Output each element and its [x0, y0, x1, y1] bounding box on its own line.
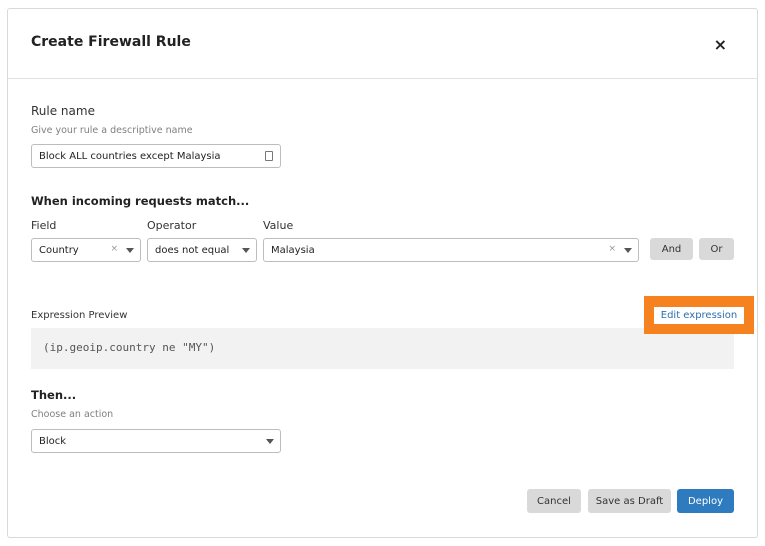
- rule-name-value: Block ALL countries except Malaysia: [39, 150, 221, 162]
- field-value: Country: [39, 244, 79, 256]
- dialog-title: Create Firewall Rule: [31, 34, 191, 50]
- chevron-down-icon: [624, 248, 632, 253]
- action-select[interactable]: Block: [31, 429, 281, 453]
- expression-preview-label: Expression Preview: [31, 310, 128, 321]
- clear-icon[interactable]: ×: [608, 244, 616, 254]
- rule-name-input[interactable]: Block ALL countries except Malaysia: [31, 144, 281, 168]
- field-label: Field: [31, 219, 57, 232]
- create-firewall-rule-dialog: Create Firewall Rule × Rule name Give yo…: [7, 8, 758, 538]
- then-heading: Then...: [31, 388, 77, 402]
- value-label: Value: [263, 219, 294, 232]
- rule-name-hint: Give your rule a descriptive name: [31, 125, 193, 136]
- rule-name-label: Rule name: [31, 104, 95, 118]
- edit-expression-link[interactable]: Edit expression: [654, 307, 744, 324]
- and-button[interactable]: And: [650, 238, 693, 260]
- save-draft-button[interactable]: Save as Draft: [588, 489, 671, 513]
- clear-icon[interactable]: ×: [110, 244, 118, 254]
- autofill-icon[interactable]: [265, 151, 273, 161]
- field-select[interactable]: Country ×: [31, 238, 141, 262]
- chevron-down-icon: [242, 248, 250, 253]
- operator-select[interactable]: does not equal: [147, 238, 257, 262]
- close-icon[interactable]: ×: [714, 35, 727, 54]
- edit-expression-highlight: Edit expression: [644, 296, 754, 334]
- expression-preview: (ip.geoip.country ne "MY"): [31, 328, 734, 369]
- action-value: Block: [39, 435, 67, 447]
- value-value: Malaysia: [271, 244, 315, 256]
- dialog-header: Create Firewall Rule ×: [8, 9, 757, 79]
- chevron-down-icon: [126, 248, 134, 253]
- deploy-button[interactable]: Deploy: [677, 489, 734, 513]
- operator-value: does not equal: [155, 244, 230, 256]
- action-hint: Choose an action: [31, 409, 114, 420]
- or-button[interactable]: Or: [699, 238, 734, 260]
- cancel-button[interactable]: Cancel: [527, 489, 581, 513]
- value-select[interactable]: Malaysia ×: [263, 238, 639, 262]
- operator-label: Operator: [147, 219, 197, 232]
- match-heading: When incoming requests match...: [31, 194, 250, 208]
- chevron-down-icon: [266, 439, 274, 444]
